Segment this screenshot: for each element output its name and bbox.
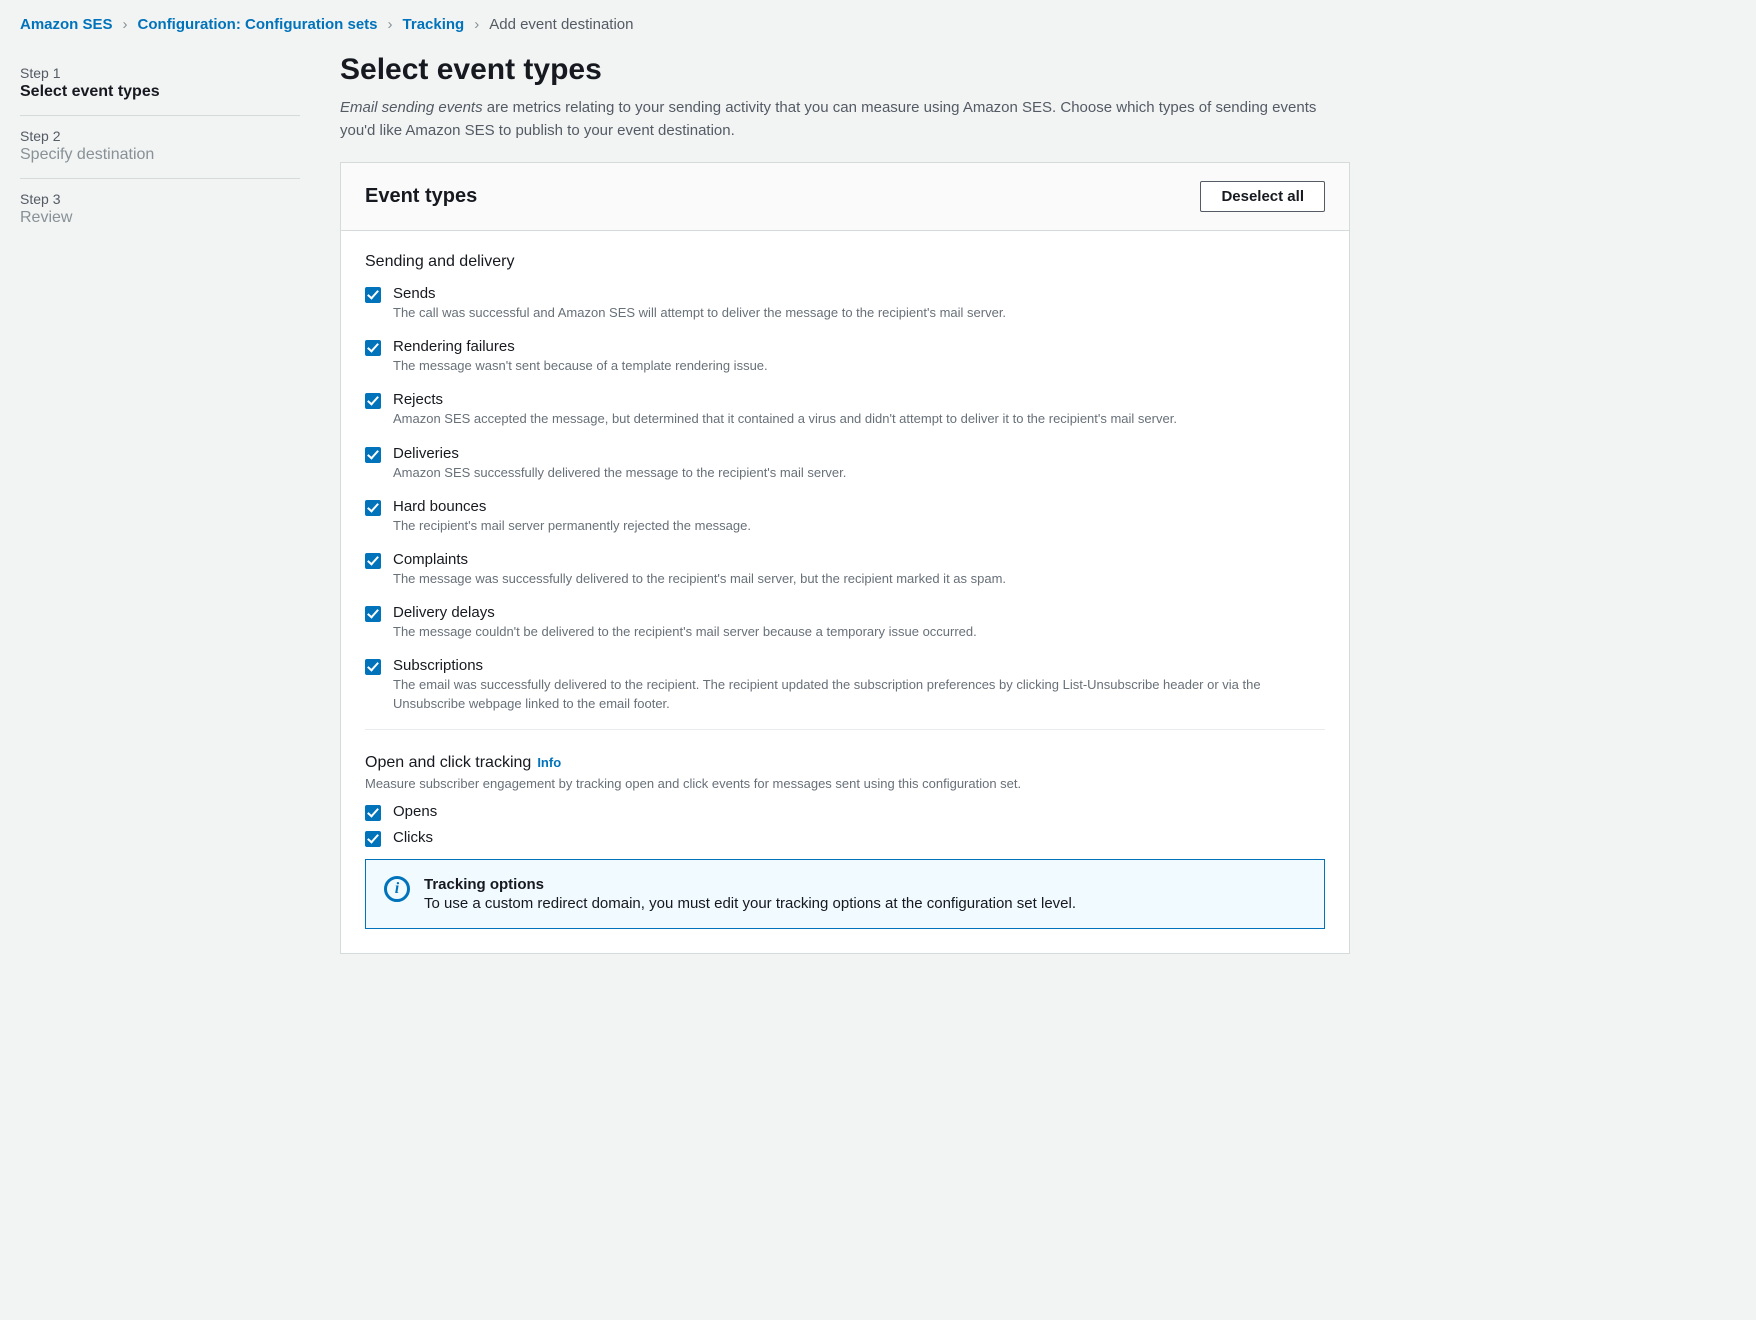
checkbox-label: Rendering failures <box>393 338 768 355</box>
step-label: Step 1 <box>20 65 300 81</box>
checkbox-row-rejects: Rejects Amazon SES accepted the message,… <box>365 391 1325 428</box>
wizard-step-1[interactable]: Step 1 Select event types <box>20 53 300 116</box>
divider <box>365 729 1325 730</box>
group-heading-tracking: Open and click trackingInfo <box>365 754 1325 772</box>
checkbox-row-opens: Opens <box>365 803 1325 821</box>
checkbox-deliveries[interactable] <box>365 447 381 463</box>
wizard-step-3[interactable]: Step 3 Review <box>20 179 300 241</box>
deselect-all-button[interactable]: Deselect all <box>1200 181 1325 212</box>
checkbox-desc: Amazon SES accepted the message, but det… <box>393 410 1177 428</box>
tracking-info-box: Tracking options To use a custom redirec… <box>365 859 1325 929</box>
checkbox-label: Clicks <box>393 829 433 846</box>
checkbox-label: Deliveries <box>393 445 846 462</box>
checkbox-opens[interactable] <box>365 805 381 821</box>
breadcrumb-link[interactable]: Tracking <box>403 16 465 33</box>
checkbox-rendering-failures[interactable] <box>365 340 381 356</box>
checkbox-rejects[interactable] <box>365 393 381 409</box>
chevron-right-icon: › <box>123 16 128 33</box>
checkbox-label: Opens <box>393 803 437 820</box>
wizard-steps: Step 1 Select event types Step 2 Specify… <box>20 53 300 954</box>
checkbox-label: Sends <box>393 285 1006 302</box>
checkbox-desc: The recipient's mail server permanently … <box>393 517 751 535</box>
checkbox-complaints[interactable] <box>365 553 381 569</box>
checkbox-label: Subscriptions <box>393 657 1325 674</box>
checkbox-row-sends: Sends The call was successful and Amazon… <box>365 285 1325 322</box>
step-label: Step 2 <box>20 128 300 144</box>
step-label: Step 3 <box>20 191 300 207</box>
checkbox-desc: Amazon SES successfully delivered the me… <box>393 464 846 482</box>
checkbox-desc: The message was successfully delivered t… <box>393 570 1006 588</box>
checkbox-desc: The message couldn't be delivered to the… <box>393 623 977 641</box>
checkbox-desc: The email was successfully delivered to … <box>393 676 1325 712</box>
step-title: Select event types <box>20 81 300 101</box>
checkbox-row-delivery-delays: Delivery delays The message couldn't be … <box>365 604 1325 641</box>
breadcrumb-link[interactable]: Configuration: Configuration sets <box>138 16 378 33</box>
checkbox-row-hard-bounces: Hard bounces The recipient's mail server… <box>365 498 1325 535</box>
checkbox-delivery-delays[interactable] <box>365 606 381 622</box>
checkbox-desc: The message wasn't sent because of a tem… <box>393 357 768 375</box>
checkbox-label: Complaints <box>393 551 1006 568</box>
checkbox-clicks[interactable] <box>365 831 381 847</box>
panel-title: Event types <box>365 185 477 208</box>
group-desc-tracking: Measure subscriber engagement by trackin… <box>365 776 1325 791</box>
checkbox-row-complaints: Complaints The message was successfully … <box>365 551 1325 588</box>
page-intro: Email sending events are metrics relatin… <box>340 97 1350 142</box>
chevron-right-icon: › <box>388 16 393 33</box>
checkbox-desc: The call was successful and Amazon SES w… <box>393 304 1006 322</box>
checkbox-row-rendering-failures: Rendering failures The message wasn't se… <box>365 338 1325 375</box>
step-title: Review <box>20 207 300 227</box>
chevron-right-icon: › <box>474 16 479 33</box>
info-link[interactable]: Info <box>537 755 561 770</box>
checkbox-row-clicks: Clicks <box>365 829 1325 847</box>
info-box-title: Tracking options <box>424 876 1076 893</box>
checkbox-label: Hard bounces <box>393 498 751 515</box>
breadcrumb-current: Add event destination <box>489 16 633 33</box>
checkbox-hard-bounces[interactable] <box>365 500 381 516</box>
checkbox-row-deliveries: Deliveries Amazon SES successfully deliv… <box>365 445 1325 482</box>
page-title: Select event types <box>340 53 1350 87</box>
step-title: Specify destination <box>20 144 300 164</box>
event-types-panel: Event types Deselect all Sending and del… <box>340 162 1350 954</box>
checkbox-row-subscriptions: Subscriptions The email was successfully… <box>365 657 1325 712</box>
info-icon <box>384 876 410 902</box>
checkbox-label: Rejects <box>393 391 1177 408</box>
checkbox-sends[interactable] <box>365 287 381 303</box>
info-box-body: To use a custom redirect domain, you mus… <box>424 895 1076 912</box>
breadcrumb-link[interactable]: Amazon SES <box>20 16 113 33</box>
wizard-step-2[interactable]: Step 2 Specify destination <box>20 116 300 179</box>
checkbox-subscriptions[interactable] <box>365 659 381 675</box>
main-content: Select event types Email sending events … <box>340 53 1350 954</box>
checkbox-label: Delivery delays <box>393 604 977 621</box>
breadcrumb: Amazon SES › Configuration: Configuratio… <box>20 8 1736 53</box>
group-heading-sending: Sending and delivery <box>365 253 1325 271</box>
